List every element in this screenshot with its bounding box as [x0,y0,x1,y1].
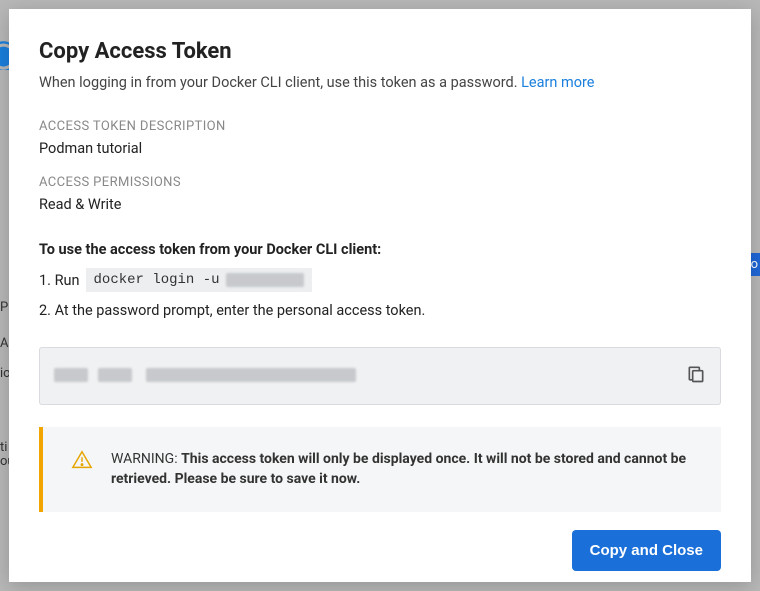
permissions-value: Read & Write [39,196,721,213]
warning-banner: WARNING: This access token will only be … [39,427,721,512]
token-display-box [39,347,721,405]
step2-text: 2. At the password prompt, enter the per… [39,302,425,319]
description-label: ACCESS TOKEN DESCRIPTION [39,119,721,134]
redacted-token [54,367,356,386]
modal-subtitle: When logging in from your Docker CLI cli… [39,74,721,91]
modal-title: Copy Access Token [39,39,721,64]
description-value: Podman tutorial [39,140,721,157]
warning-lead: WARNING: [111,451,178,467]
login-command-visible: docker login -u [94,272,220,288]
learn-more-link[interactable]: Learn more [521,74,594,91]
instruction-step-1: 1. Run docker login -u [39,268,721,292]
redacted-username [226,273,304,287]
subtitle-text: When logging in from your Docker CLI cli… [39,74,521,91]
warning-text: WARNING: This access token will only be … [111,449,701,490]
copy-access-token-modal: Copy Access Token When logging in from y… [9,9,751,582]
login-command: docker login -u [86,268,312,292]
modal-footer: Copy and Close [39,512,721,571]
warning-body: This access token will only be displayed… [111,451,686,487]
permissions-label: ACCESS PERMISSIONS [39,175,721,190]
copy-icon[interactable] [686,364,706,388]
step1-prefix: 1. Run [39,272,80,289]
instructions-header: To use the access token from your Docker… [39,241,721,258]
instruction-step-2: 2. At the password prompt, enter the per… [39,302,721,319]
copy-and-close-button[interactable]: Copy and Close [572,530,721,571]
bg-fragment: ti [0,440,7,455]
warning-icon [71,449,93,475]
